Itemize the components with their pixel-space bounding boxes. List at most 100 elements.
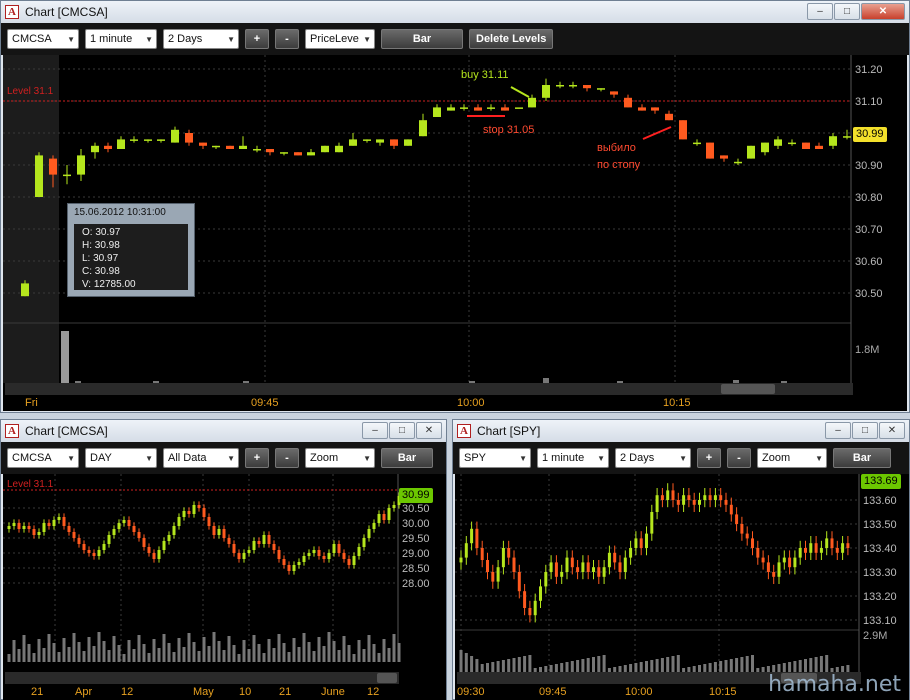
- volume-bar: [322, 646, 326, 662]
- candle-body: [698, 500, 701, 505]
- bar-type-button[interactable]: Bar: [833, 448, 891, 468]
- volume-bar: [197, 651, 201, 662]
- candle-body: [404, 139, 412, 146]
- candle-body: [719, 495, 723, 500]
- period-select[interactable]: 2 Days ▼: [615, 448, 691, 468]
- candle-body: [523, 591, 527, 608]
- maximize-button[interactable]: □: [389, 422, 415, 439]
- scrollbar-thumb[interactable]: [377, 673, 397, 683]
- volume-bar: [724, 660, 728, 672]
- zoom-in-button[interactable]: +: [245, 29, 269, 49]
- mode-select[interactable]: Zoom ▼: [305, 448, 375, 468]
- zoom-in-button[interactable]: +: [245, 448, 269, 468]
- candle-body: [592, 567, 595, 572]
- candle-body: [623, 557, 627, 572]
- close-button[interactable]: ✕: [879, 422, 905, 439]
- candle-body: [267, 535, 271, 544]
- interval-select[interactable]: 1 minute ▼: [537, 448, 609, 468]
- title-bar[interactable]: A Chart [SPY] – □ ✕: [453, 420, 909, 442]
- volume-bar: [475, 659, 479, 672]
- volume-bar: [362, 649, 366, 662]
- horizontal-scrollbar[interactable]: [5, 672, 399, 684]
- zoom-out-button[interactable]: -: [727, 448, 751, 468]
- symbol-select[interactable]: CMCSA ▼: [7, 448, 79, 468]
- symbol-select[interactable]: CMCSA ▼: [7, 29, 79, 49]
- volume-bar: [745, 656, 749, 672]
- volume-bar: [592, 657, 595, 672]
- candle-body: [665, 113, 673, 121]
- close-button[interactable]: ✕: [416, 422, 442, 439]
- volume-bar: [332, 641, 336, 662]
- level-label: Level 31.1: [7, 479, 54, 490]
- candle-body: [91, 145, 99, 153]
- volume-bar: [708, 663, 712, 672]
- zoom-in-button[interactable]: +: [697, 448, 721, 468]
- volume-bar: [272, 648, 276, 662]
- volume-bar: [772, 665, 776, 672]
- title-bar[interactable]: A Chart [CMCSA] – □ ✕: [1, 420, 446, 442]
- candle-body: [77, 155, 85, 175]
- price-axis-label: 31.10: [855, 96, 883, 108]
- volume-bar: [292, 638, 296, 662]
- minimize-button[interactable]: –: [362, 422, 388, 439]
- bar-type-button[interactable]: Bar: [381, 448, 433, 468]
- candle-body: [207, 517, 211, 526]
- minimize-button[interactable]: –: [825, 422, 851, 439]
- zoom-out-button[interactable]: -: [275, 29, 299, 49]
- candle-body: [147, 547, 151, 553]
- candle-body: [137, 532, 141, 538]
- maximize-button[interactable]: □: [834, 3, 860, 20]
- volume-bar: [162, 634, 166, 662]
- scrollbar-thumb[interactable]: [721, 384, 775, 394]
- candle-body: [172, 526, 176, 535]
- candle-body: [419, 120, 427, 137]
- volume-bar: [242, 640, 246, 662]
- spy-chart-canvas: 133.60 133.50 133.40 133.30 133.20 133.10: [455, 474, 897, 672]
- bar-type-button[interactable]: Bar: [381, 29, 463, 49]
- maximize-button[interactable]: □: [852, 422, 878, 439]
- candle-body: [302, 556, 306, 562]
- candle-body: [247, 550, 251, 553]
- title-bar[interactable]: A Chart [CMCSA] – □ ✕: [1, 1, 909, 23]
- volume-bar: [496, 661, 500, 672]
- symbol-select[interactable]: SPY ▼: [459, 448, 531, 468]
- volume-bar: [147, 653, 151, 662]
- candle-body: [17, 523, 21, 529]
- candle-body: [162, 541, 166, 550]
- mode-select[interactable]: Zoom ▼: [757, 448, 827, 468]
- volume-bar: [137, 635, 141, 662]
- symbol-value: CMCSA: [12, 452, 52, 464]
- zoom-out-button[interactable]: -: [275, 448, 299, 468]
- horizontal-scrollbar[interactable]: [5, 383, 853, 395]
- candle-body: [734, 161, 742, 164]
- level-label: Level 31.1: [7, 86, 54, 97]
- minimize-button[interactable]: –: [807, 3, 833, 20]
- period-select[interactable]: 2 Days ▼: [163, 29, 239, 49]
- close-button[interactable]: ✕: [861, 3, 905, 20]
- mode-select[interactable]: PriceLeve ▼: [305, 29, 375, 49]
- volume-bar: [72, 633, 76, 662]
- candle-body: [282, 559, 286, 565]
- interval-select[interactable]: DAY ▼: [85, 448, 157, 468]
- period-select[interactable]: All Data ▼: [163, 448, 239, 468]
- delete-levels-button[interactable]: Delete Levels: [469, 29, 554, 49]
- candle-body: [192, 505, 196, 514]
- price-axis-label: 30.90: [855, 160, 883, 172]
- volume-bar: [459, 650, 463, 672]
- daily-price-plot[interactable]: 30.50 30.00 29.50 29.00 28.50 28.00 Level 31.…: [3, 474, 446, 686]
- stop-annotation: stop 31.05: [483, 124, 535, 136]
- time-label: June: [321, 686, 345, 698]
- volume-bar: [660, 658, 664, 672]
- candle-body: [486, 560, 489, 572]
- candle-body: [507, 548, 511, 558]
- time-label: Apr: [75, 686, 93, 698]
- candle-body: [720, 155, 728, 159]
- time-label: 12: [367, 686, 380, 698]
- spy-price-plot[interactable]: 133.60 133.50 133.40 133.30 133.20 133.10 133…: [455, 474, 909, 686]
- volume-bar: [804, 659, 807, 672]
- period-value: All Data: [168, 452, 207, 464]
- main-price-plot[interactable]: 31.2031.1031.0030.9030.8030.7030.6030.50…: [3, 55, 907, 395]
- volume-bar: [47, 634, 51, 662]
- interval-select[interactable]: 1 minute ▼: [85, 29, 157, 49]
- volume-bar: [177, 638, 181, 662]
